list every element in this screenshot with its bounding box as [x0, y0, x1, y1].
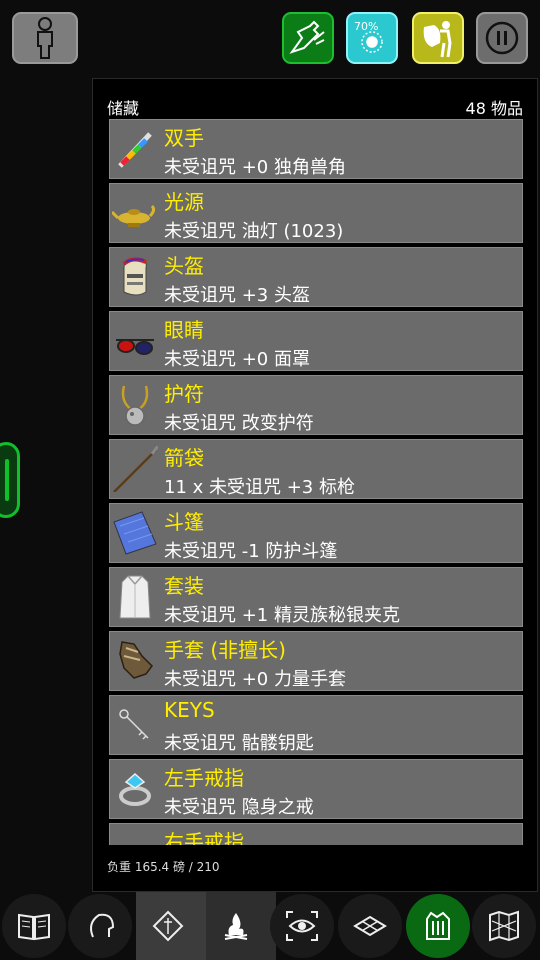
gauntlets-icon: [119, 641, 153, 679]
diamond-rune-icon: [152, 910, 184, 942]
javelin-icon: [113, 446, 158, 492]
grid-diamond-icon: [353, 915, 387, 937]
inventory-button-active[interactable]: [406, 894, 470, 958]
character-button[interactable]: [12, 12, 78, 64]
look-around-button[interactable]: [270, 894, 334, 958]
equipment-slot-helmet[interactable]: 头盔 未受诅咒 +3 头盔: [109, 247, 523, 307]
equipment-slot-eyes[interactable]: 眼睛 未受诅咒 +0 面罩: [109, 311, 523, 371]
book-icon: [18, 913, 50, 941]
slot-category: 手套 (非擅长): [164, 638, 286, 662]
slot-item: 未受诅咒 +0 力量手套: [164, 669, 346, 690]
equipment-slot-cloak[interactable]: 斗篷 未受诅咒 -1 防护斗篷: [109, 503, 523, 563]
map-layer-button[interactable]: [338, 894, 402, 958]
light-percent-label: 70%: [354, 20, 379, 33]
slot-item: 未受诅咒 骷髅钥匙: [164, 733, 314, 754]
slot-item: 未受诅咒 +0 独角兽角: [164, 157, 346, 178]
equipment-slot-left-ring[interactable]: 左手戒指 未受诅咒 隐身之戒: [109, 759, 523, 819]
cloak-icon: [113, 511, 157, 555]
equipment-slot-body-armor[interactable]: 套装 未受诅咒 +1 精灵族秘银夹克: [109, 567, 523, 627]
slot-category: 斗篷: [164, 510, 204, 534]
slot-item: 未受诅咒 隐身之戒: [164, 797, 314, 818]
slot-item: 未受诅咒 +1 精灵族秘银夹克: [164, 605, 400, 626]
equipment-slot-right-ring[interactable]: 右手戒指: [109, 823, 523, 845]
rest-button[interactable]: [204, 894, 268, 958]
unicorn-horn-icon: [118, 132, 152, 168]
equipment-slot-keys[interactable]: KEYS 未受诅咒 骷髅钥匙: [109, 695, 523, 755]
head-outline-icon: [90, 913, 115, 938]
equipment-slot-gloves[interactable]: 手套 (非擅长) 未受诅咒 +0 力量手套: [109, 631, 523, 691]
slot-item: 未受诅咒 +3 头盔: [164, 285, 310, 306]
adventurer-bag-icon: [423, 21, 452, 58]
inventory-title: 储藏: [107, 99, 140, 118]
slot-item: 11 x 未受诅咒 +3 标枪: [164, 477, 355, 498]
slot-category: KEYS: [164, 698, 215, 722]
grab-hand-icon: [289, 20, 325, 54]
slot-category: 头盔: [164, 254, 204, 278]
glasses-icon: [116, 339, 154, 355]
ring-icon: [119, 772, 151, 806]
key-icon: [119, 709, 149, 740]
slot-item: 未受诅咒 -1 防护斗篷: [164, 541, 338, 562]
oil-lamp-icon: [112, 204, 156, 227]
inventory-panel: 储藏 48 物品 双手 未受诅咒 +0 独角兽角 光源 未受诅咒 油灯 (102…: [92, 78, 538, 892]
slot-item: 未受诅咒 油灯 (1023): [164, 221, 344, 242]
slot-category: 左手戒指: [164, 766, 244, 790]
person-icon: [37, 17, 53, 59]
side-drawer-handle[interactable]: [0, 442, 20, 518]
dungeon-feature-button[interactable]: [136, 894, 200, 958]
slot-category: 右手戒指: [164, 830, 244, 845]
dungeon-map-button[interactable]: [472, 894, 536, 958]
map-icon: [489, 910, 519, 942]
inventory-item-count: 48 物品: [465, 99, 523, 118]
inventory-hands-icon: [426, 911, 450, 940]
campfire-icon: [224, 913, 248, 940]
slot-category: 光源: [164, 190, 204, 214]
helmet-icon: [122, 257, 147, 296]
equipment-slot-amulet[interactable]: 护符 未受诅咒 改变护符: [109, 375, 523, 435]
slot-category: 箭袋: [164, 446, 204, 470]
bag-button[interactable]: [412, 12, 464, 64]
slot-item: 未受诅咒 +0 面罩: [164, 349, 310, 370]
slot-item: 未受诅咒 改变护符: [164, 413, 314, 434]
amulet-icon: [121, 385, 149, 426]
inventory-header: 储藏 48 物品: [107, 95, 523, 118]
slot-category: 护符: [164, 382, 204, 406]
equipment-list[interactable]: 双手 未受诅咒 +0 独角兽角 光源 未受诅咒 油灯 (1023) 头盔 未受诅…: [109, 119, 523, 845]
carry-weight: 负重 165.4 磅 / 210: [107, 860, 220, 874]
light-source-button[interactable]: 70%: [346, 12, 398, 64]
slot-category: 套装: [164, 574, 204, 598]
equipment-slot-light-source[interactable]: 光源 未受诅咒 油灯 (1023): [109, 183, 523, 243]
equipment-slot-two-handed[interactable]: 双手 未受诅咒 +0 独角兽角: [109, 119, 523, 179]
bottom-action-bar: [0, 892, 540, 960]
slot-category: 双手: [164, 126, 204, 150]
pause-button[interactable]: [476, 12, 528, 64]
search-action-button[interactable]: [68, 894, 132, 958]
pause-icon: [485, 21, 519, 55]
ring-icon: [112, 830, 158, 845]
eye-target-icon: [286, 911, 318, 941]
mithril-coat-icon: [119, 575, 151, 619]
equipment-slot-quiver[interactable]: 箭袋 11 x 未受诅咒 +3 标枪: [109, 439, 523, 499]
pickup-button[interactable]: [282, 12, 334, 64]
spellbook-button[interactable]: [2, 894, 66, 958]
slot-category: 眼睛: [164, 318, 204, 342]
